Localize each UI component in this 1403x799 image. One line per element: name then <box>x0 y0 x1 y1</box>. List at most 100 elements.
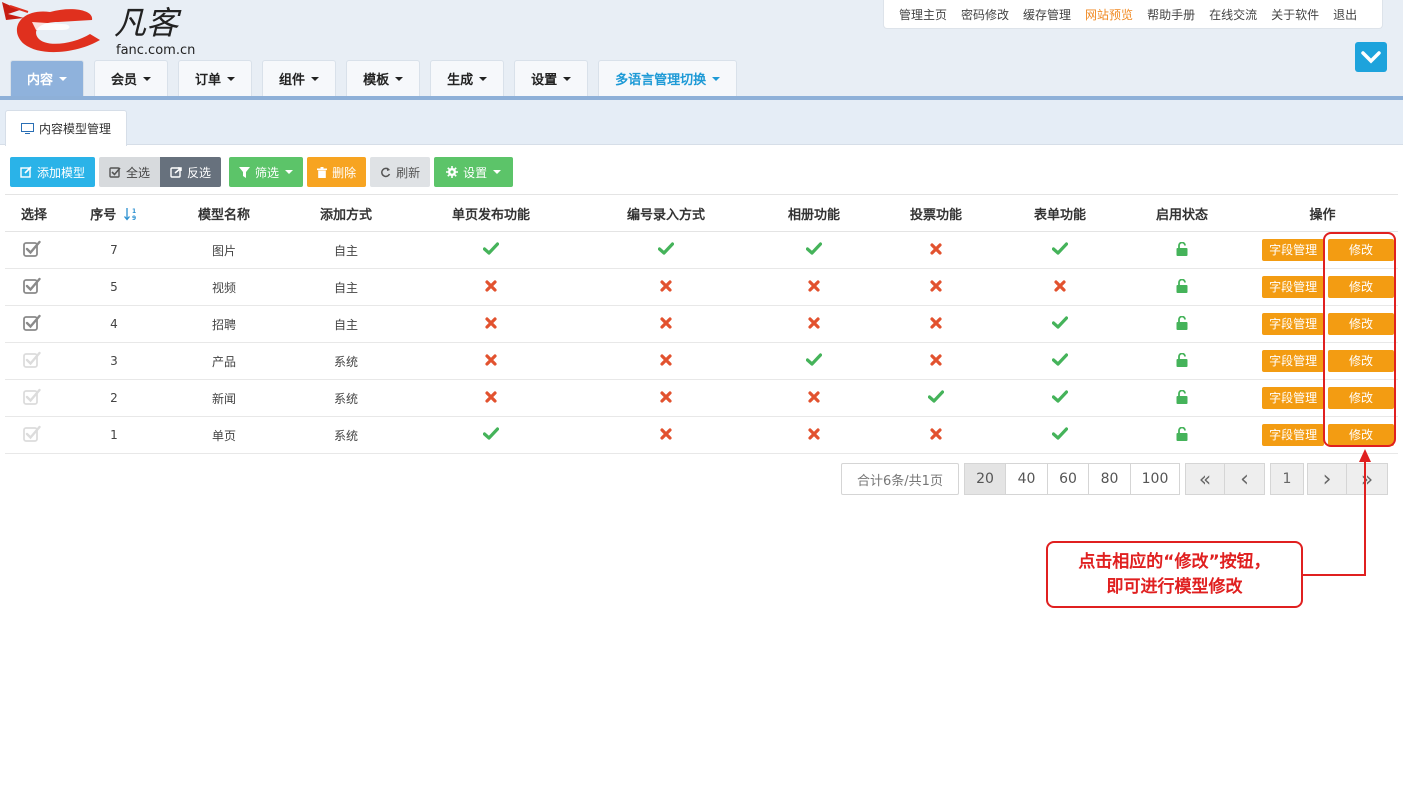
row-vote <box>869 231 1003 269</box>
page-size-20[interactable]: 20 <box>964 463 1006 495</box>
page-size-100[interactable]: 100 <box>1131 463 1180 495</box>
row-select-cell[interactable] <box>5 342 63 380</box>
delete-button[interactable]: 删除 <box>307 157 367 187</box>
row-vote <box>869 305 1003 343</box>
nav-orders[interactable]: 订单 <box>178 60 253 96</box>
logo[interactable]: 凡客 fanc.com.cn <box>2 0 227 58</box>
nav-language-switch[interactable]: 多语言管理切换 <box>598 60 738 96</box>
row-model-name: 图片 <box>165 231 283 269</box>
top-link-cache[interactable]: 缓存管理 <box>1023 6 1071 23</box>
annotation-line-1: 点击相应的“修改”按钮， <box>1078 551 1271 572</box>
highlight-edit-column <box>1323 232 1396 447</box>
checkbox-icon[interactable] <box>23 240 41 257</box>
top-link-logout[interactable]: 退出 <box>1333 6 1357 23</box>
top-link-chat[interactable]: 在线交流 <box>1209 6 1257 23</box>
field-management-button[interactable]: 字段管理 <box>1262 387 1325 409</box>
gear-icon <box>446 166 459 178</box>
col-header-single-page: 单页发布功能 <box>409 194 573 232</box>
nav-content[interactable]: 内容 <box>10 60 85 96</box>
nav-members[interactable]: 会员 <box>94 60 169 96</box>
field-management-button[interactable]: 字段管理 <box>1262 350 1325 372</box>
caret-down-icon <box>395 76 404 81</box>
settings-button[interactable]: 设置 <box>434 157 514 187</box>
row-source: 系统 <box>283 342 409 380</box>
top-link-about[interactable]: 关于软件 <box>1271 6 1319 23</box>
nav-label: 内容 <box>27 73 54 88</box>
caret-down-icon <box>59 76 68 81</box>
checkbox-icon[interactable] <box>23 314 41 331</box>
nav-components[interactable]: 组件 <box>262 60 337 96</box>
row-form <box>1003 268 1117 306</box>
nav-label: 模板 <box>363 73 390 88</box>
row-numbering <box>573 305 759 343</box>
col-header-select: 选择 <box>5 194 63 232</box>
col-header-sort-number[interactable]: 序号 19 <box>63 194 165 232</box>
field-management-button[interactable]: 字段管理 <box>1262 276 1325 298</box>
last-page-button[interactable]: » <box>1347 463 1388 495</box>
logo-text: 凡客 <box>114 4 182 42</box>
top-link-password[interactable]: 密码修改 <box>961 6 1009 23</box>
row-status[interactable] <box>1117 231 1247 269</box>
cross-icon <box>808 279 820 292</box>
cross-icon <box>660 353 672 366</box>
page-size-40[interactable]: 40 <box>1006 463 1048 495</box>
row-select-cell[interactable] <box>5 305 63 343</box>
row-album <box>759 416 869 454</box>
page-size-60[interactable]: 60 <box>1048 463 1089 495</box>
top-link-preview[interactable]: 网站预览 <box>1085 6 1133 23</box>
cross-icon <box>485 316 497 329</box>
row-select-cell[interactable] <box>5 231 63 269</box>
prev-page-button[interactable]: ‹ <box>1225 463 1265 495</box>
nav-label: 多语言管理切换 <box>615 73 707 88</box>
checkbox-icon[interactable] <box>23 277 41 294</box>
checkbox-icon[interactable] <box>23 425 41 442</box>
row-select-cell[interactable] <box>5 416 63 454</box>
row-status[interactable] <box>1117 342 1247 380</box>
row-form <box>1003 416 1117 454</box>
row-status[interactable] <box>1117 416 1247 454</box>
nav-settings[interactable]: 设置 <box>514 60 589 96</box>
next-page-button[interactable]: › <box>1307 463 1347 495</box>
tab-content-model[interactable]: 内容模型管理 <box>5 110 127 146</box>
tab-bar: 内容模型管理 <box>0 100 1403 146</box>
check-square-icon <box>109 167 121 178</box>
filter-icon <box>239 166 251 178</box>
row-source: 自主 <box>283 268 409 306</box>
add-model-button[interactable]: 添加模型 <box>10 157 96 187</box>
field-management-button[interactable]: 字段管理 <box>1262 313 1325 335</box>
row-source: 系统 <box>283 379 409 417</box>
current-page-button[interactable]: 1 <box>1270 463 1304 495</box>
unlock-icon <box>1176 352 1188 367</box>
cross-icon <box>660 279 672 292</box>
check-icon <box>482 242 500 255</box>
page-size-group: 20 40 60 80 100 <box>964 463 1180 495</box>
select-all-button[interactable]: 全选 <box>99 157 161 187</box>
row-id: 5 <box>63 268 165 306</box>
share-square-icon <box>170 167 182 178</box>
checkbox-icon[interactable] <box>23 388 41 405</box>
top-link-help[interactable]: 帮助手册 <box>1147 6 1195 23</box>
first-page-button[interactable]: « <box>1185 463 1225 495</box>
row-form <box>1003 305 1117 343</box>
row-single-page <box>409 268 573 306</box>
top-link-home[interactable]: 管理主页 <box>899 6 947 23</box>
field-management-button[interactable]: 字段管理 <box>1262 239 1325 261</box>
row-select-cell[interactable] <box>5 379 63 417</box>
unlock-icon <box>1176 389 1188 404</box>
nav-generate[interactable]: 生成 <box>430 60 505 96</box>
row-select-cell[interactable] <box>5 268 63 306</box>
collapse-toggle-button[interactable] <box>1355 42 1387 72</box>
filter-button[interactable]: 筛选 <box>229 157 304 187</box>
nav-templates[interactable]: 模板 <box>346 60 421 96</box>
field-management-button[interactable]: 字段管理 <box>1262 424 1325 446</box>
checkbox-icon[interactable] <box>23 351 41 368</box>
row-status[interactable] <box>1117 268 1247 306</box>
page-size-80[interactable]: 80 <box>1089 463 1131 495</box>
row-status[interactable] <box>1117 305 1247 343</box>
invert-selection-button[interactable]: 反选 <box>160 157 222 187</box>
check-icon <box>805 353 823 366</box>
check-icon <box>805 242 823 255</box>
row-album <box>759 268 869 306</box>
row-status[interactable] <box>1117 379 1247 417</box>
refresh-button[interactable]: 刷新 <box>370 157 431 187</box>
